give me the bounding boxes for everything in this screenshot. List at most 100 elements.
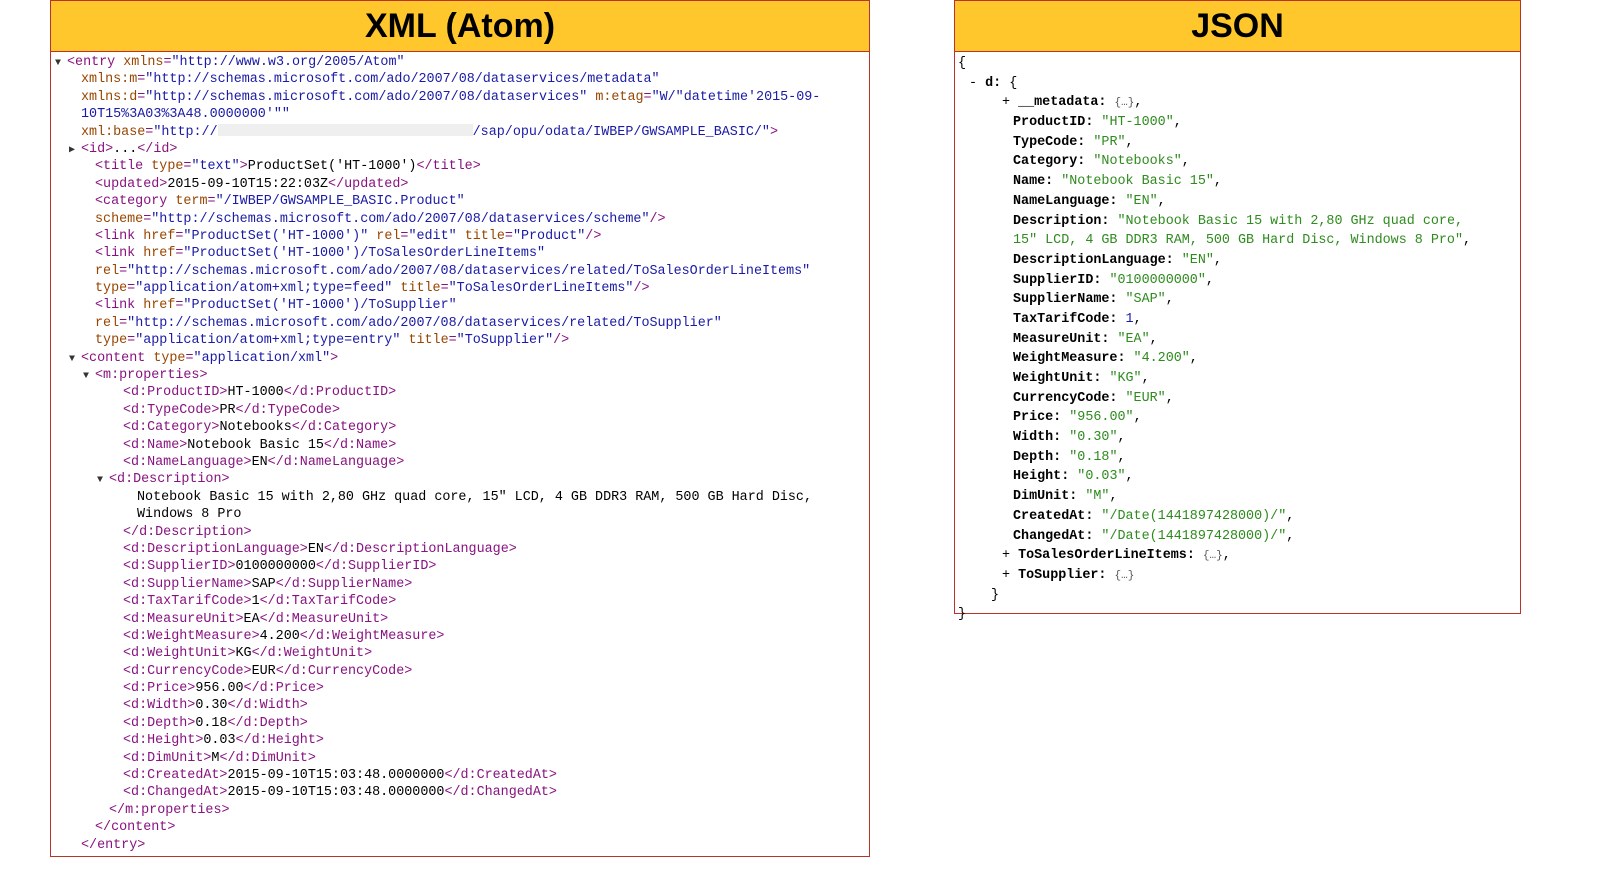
json-line: DimUnit: "M",	[958, 487, 1520, 507]
xml-token: </d:TypeCode>	[235, 402, 340, 418]
xml-token: Notebook Basic 15	[187, 437, 324, 453]
json-code-view: {- d: {+ __metadata: {…}, ProductID: "HT-…	[955, 52, 1520, 625]
xml-token: "ProductSet('HT-1000')"	[183, 228, 369, 244]
xml-token: >	[769, 124, 779, 140]
xml-token: EUR	[251, 663, 276, 679]
json-token: SupplierName:	[1013, 292, 1118, 308]
expand-node-icon[interactable]: +	[1002, 95, 1018, 110]
json-token: "KG"	[1109, 371, 1142, 386]
xml-token: ...	[113, 141, 138, 157]
xml-token: "/IWBEP/GWSAMPLE_BASIC.Product"	[215, 194, 465, 210]
xml-token: xmlns:m	[81, 72, 138, 88]
json-token: "EN"	[1181, 252, 1214, 268]
json-token: 15" LCD, 4 GB DDR3 RAM, 500 GB Hard Disc…	[1013, 233, 1463, 249]
json-token: "/Date(1441897428000)/"	[1101, 508, 1287, 524]
json-line: }	[958, 605, 1520, 625]
xml-line: <d:Name>Notebook Basic 15</d:Name>	[55, 437, 869, 454]
xml-token: xmlns:d	[81, 89, 138, 105]
json-token: "Notebooks"	[1093, 154, 1182, 170]
json-line: WeightMeasure: "4.200",	[958, 349, 1520, 369]
json-token: ,	[1117, 449, 1126, 465]
xml-line: <link href="ProductSet('HT-1000')/ToSale…	[55, 245, 869, 262]
json-token: Price:	[1013, 410, 1062, 426]
xml-token: type	[153, 350, 186, 366]
xml-line: <d:WeightUnit>KG</d:WeightUnit>	[55, 645, 869, 662]
json-token: ToSalesOrderLineItems:	[1018, 548, 1195, 564]
collapse-triangle-icon[interactable]: ▼	[69, 351, 81, 368]
collapse-node-icon[interactable]: -	[969, 76, 985, 91]
xml-token: </m:properties>	[109, 802, 230, 818]
xml-token: 0.30	[195, 698, 228, 714]
collapse-triangle-icon[interactable]: ▼	[97, 472, 109, 489]
xml-token: <d:Category>	[123, 420, 220, 436]
json-token: ,	[1133, 410, 1142, 426]
expand-node-icon[interactable]: +	[1002, 548, 1018, 563]
xml-line: <d:CurrencyCode>EUR</d:CurrencyCode>	[55, 663, 869, 680]
xml-line: </d:Description>	[55, 524, 869, 541]
xml-token: >	[239, 159, 248, 175]
json-token: "0100000000"	[1109, 272, 1206, 288]
json-line: + __metadata: {…},	[958, 93, 1520, 113]
json-token: {	[1001, 75, 1018, 91]
xml-token: </d:ProductID>	[283, 385, 397, 401]
xml-token: </d:Height>	[235, 733, 324, 749]
xml-token: <link	[95, 298, 144, 314]
xml-token: m:etag	[595, 89, 644, 105]
xml-token: <d:DimUnit>	[123, 750, 212, 766]
json-line: SupplierID: "0100000000",	[958, 271, 1520, 291]
xml-token: =	[127, 333, 136, 349]
xml-token: title	[408, 333, 449, 349]
json-token: ChangedAt:	[1013, 528, 1094, 544]
xml-line: Windows 8 Pro	[55, 506, 869, 523]
json-token: "0.03"	[1077, 469, 1126, 485]
xml-token: </title>	[416, 159, 481, 175]
xml-token: </d:TaxTarifCode>	[259, 594, 397, 610]
json-token: ,	[1117, 430, 1126, 446]
xml-token: "Product"	[512, 228, 586, 244]
json-line: Height: "0.03",	[958, 467, 1520, 487]
collapse-triangle-icon[interactable]: ▼	[55, 55, 67, 72]
expand-node-icon[interactable]: +	[1002, 568, 1018, 583]
xml-token	[457, 229, 465, 244]
xml-token: </d:NameLanguage>	[267, 454, 405, 470]
xml-token: SAP	[251, 576, 276, 592]
json-token: SupplierID:	[1013, 272, 1102, 288]
xml-token: <d:Name>	[123, 437, 188, 453]
json-line: WeightUnit: "KG",	[958, 369, 1520, 389]
json-token: ,	[1181, 154, 1190, 170]
xml-line: <d:SupplierID>0100000000</d:SupplierID>	[55, 558, 869, 575]
xml-line: <link href="ProductSet('HT-1000')/ToSupp…	[55, 297, 869, 314]
xml-token: Notebook Basic 15 with 2,80 GHz quad cor…	[137, 489, 812, 505]
json-token: {…}	[1202, 550, 1223, 563]
xml-token: <d:WeightUnit>	[123, 646, 236, 662]
xml-token: scheme	[95, 211, 144, 227]
json-token: "Notebook Basic 15"	[1061, 174, 1214, 190]
json-line: Price: "956.00",	[958, 408, 1520, 428]
xml-token: <title	[95, 159, 152, 175]
json-token: "/Date(1441897428000)/"	[1101, 528, 1287, 544]
collapse-triangle-icon[interactable]: ▼	[83, 368, 95, 385]
xml-token: 1	[251, 594, 260, 610]
json-token: "EN"	[1125, 193, 1158, 209]
xml-token: EN	[251, 454, 268, 470]
json-token: ,	[1133, 311, 1142, 327]
json-line: Category: "Notebooks",	[958, 152, 1520, 172]
xml-token: </d:SupplierName>	[275, 576, 413, 592]
xml-token: </updated>	[328, 176, 409, 192]
json-line: + ToSalesOrderLineItems: {…},	[958, 546, 1520, 566]
xml-token: PR	[219, 402, 236, 418]
xml-line: <d:TaxTarifCode>1</d:TaxTarifCode>	[55, 593, 869, 610]
xml-line: ▼ <entry xmlns="http://www.w3.org/2005/At…	[55, 54, 869, 71]
xml-token: 2015-09-10T15:03:48.0000000	[227, 785, 445, 801]
xml-token: "http://schemas.microsoft.com/ado/2007/0…	[145, 72, 660, 88]
xml-token: =	[448, 333, 457, 349]
xml-line: xmlns:d = "http://schemas.microsoft.com/ad…	[55, 89, 869, 106]
xml-token: HT-1000	[227, 385, 284, 401]
expand-triangle-icon[interactable]: ▶	[69, 142, 81, 159]
xml-token: href	[143, 298, 176, 314]
xml-atom-panel: XML (Atom) ▼ <entry xmlns="http://www.w3.…	[50, 0, 870, 857]
xml-token: "ProductSet('HT-1000')/ToSupplier"	[183, 298, 457, 314]
xml-token: </d:WeightUnit>	[251, 646, 373, 662]
